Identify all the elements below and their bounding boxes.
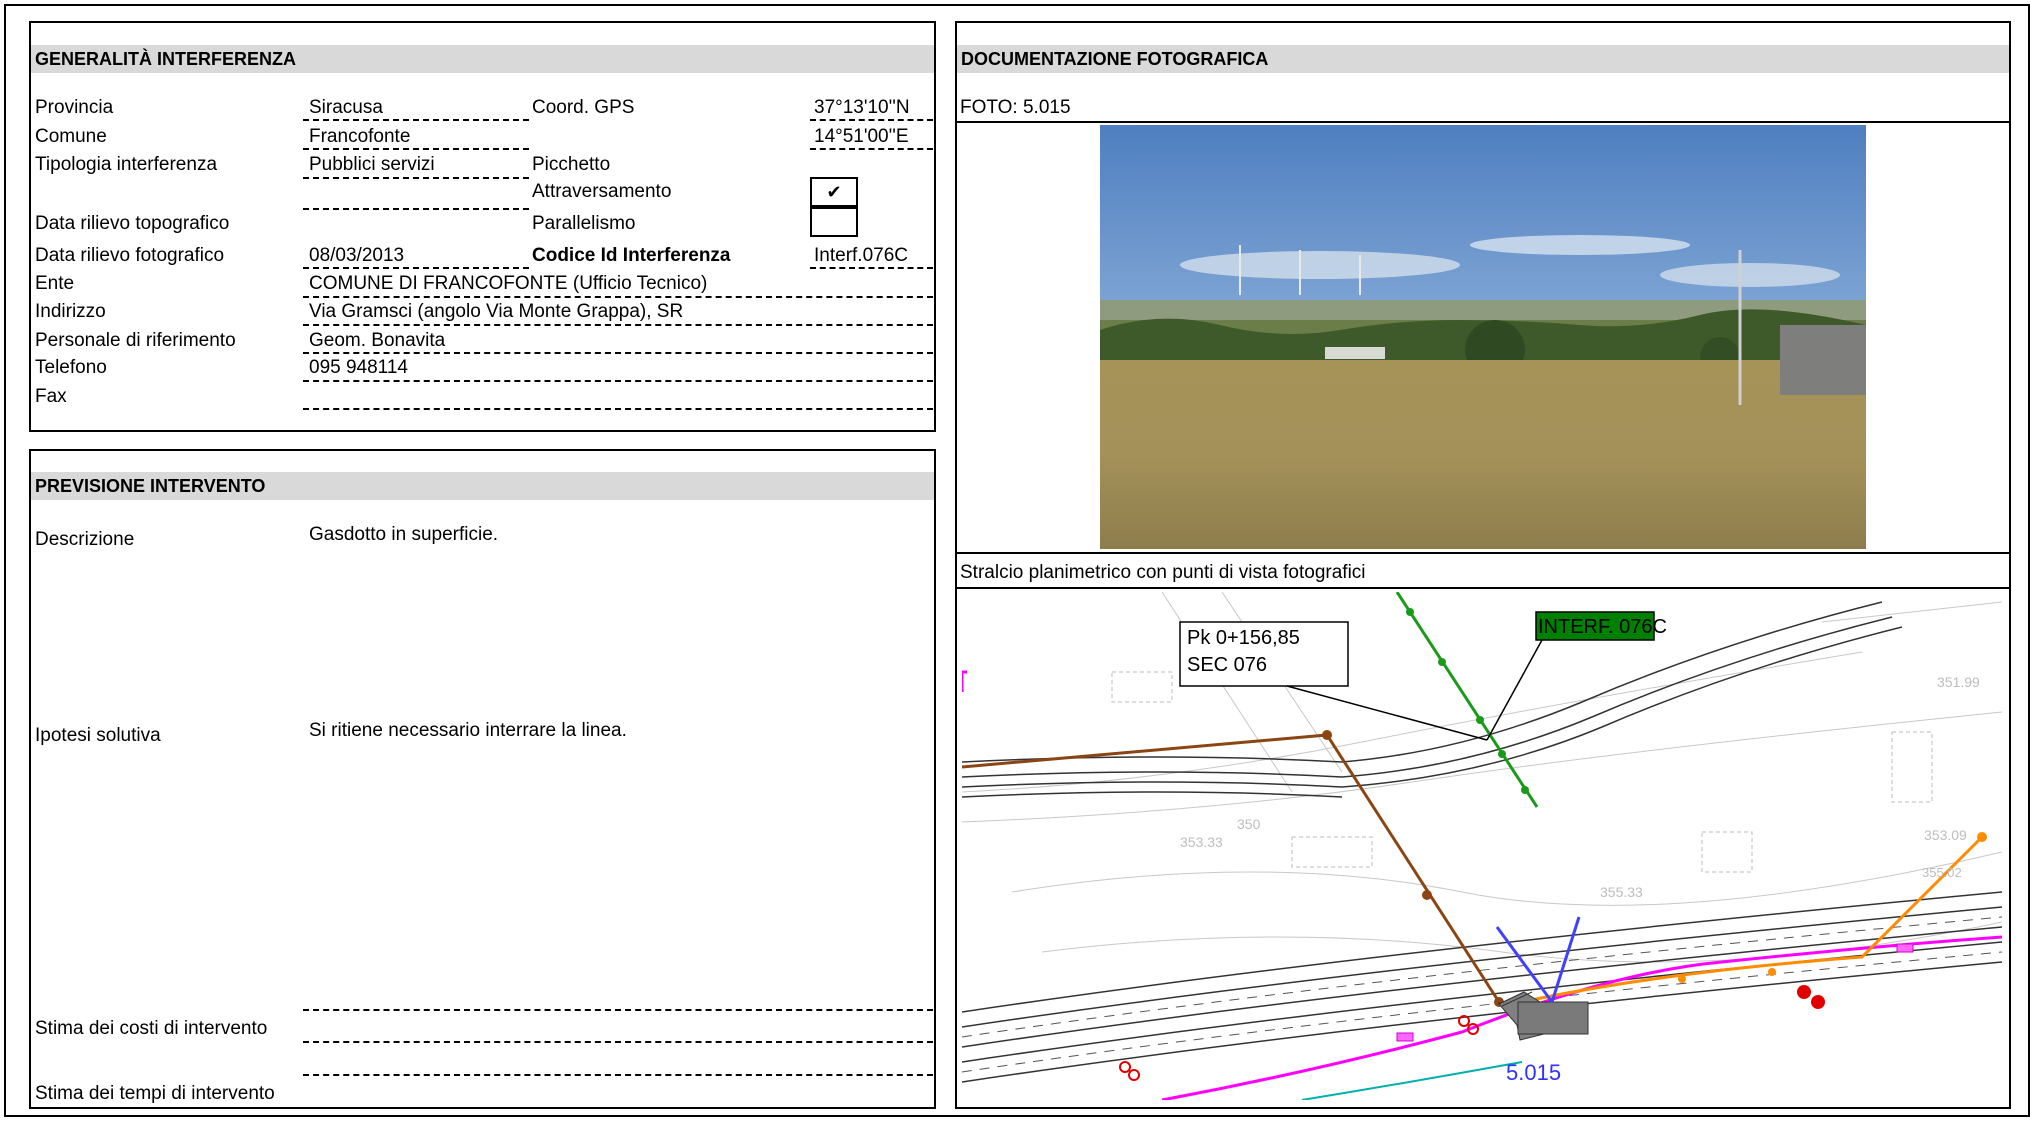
topo-date-underline: [303, 208, 529, 210]
telefono-value: 095 948114: [309, 357, 408, 378]
personale-value: Geom. Bonavita: [309, 330, 446, 351]
ipotesi-label: Ipotesi solutiva: [35, 725, 161, 746]
indirizzo-label: Indirizzo: [35, 301, 106, 322]
attraversamento-label: Attraversamento: [532, 181, 672, 202]
sec-label: SEC 076: [1187, 654, 1267, 676]
codice-label: Codice Id Interferenza: [532, 245, 731, 266]
telefono-label: Telefono: [35, 357, 107, 378]
data-foto-value: 08/03/2013: [309, 245, 405, 266]
stralcio-label: Stralcio planimetrico con punti di vista…: [960, 562, 1366, 583]
provincia-value: Siracusa: [309, 97, 383, 118]
comune-label: Comune: [35, 126, 107, 147]
tipologia-underline: [303, 177, 529, 179]
indirizzo-underline: [303, 324, 933, 326]
personale-underline: [303, 352, 933, 354]
codice-underline: [810, 267, 933, 269]
documentazione-header: DOCUMENTAZIONE FOTOGRAFICA: [957, 45, 2009, 73]
landscape-photo: [1100, 125, 1866, 549]
ente-value: COMUNE DI FRANCOFONTE (Ufficio Tecnico): [309, 273, 708, 294]
data-foto-underline: [303, 267, 529, 269]
tempi-underline: [303, 1074, 933, 1076]
costi-label: Stima dei costi di intervento: [35, 1018, 268, 1039]
elev-label-5: 350: [1237, 816, 1261, 832]
costi-underline-2: [303, 1041, 933, 1043]
coord-e-underline: [810, 148, 933, 150]
provincia-label: Provincia: [35, 97, 114, 118]
elev-label-1: 351.99: [1937, 674, 1980, 690]
fax-underline: [303, 408, 933, 410]
elev-label-4: 353.33: [1180, 834, 1223, 850]
provincia-underline: [303, 119, 529, 121]
tipologia-label: Tipologia interferenza: [35, 154, 218, 175]
coord-gps-label: Coord. GPS: [532, 97, 635, 118]
generalita-header: GENERALITÀ INTERFERENZA: [31, 45, 934, 73]
site-plan-map: 351.99 353.09 355.33 353.33 350 355.02 P…: [962, 592, 2002, 1100]
data-topo-label: Data rilievo topografico: [35, 213, 230, 234]
interf-label: INTERF. 076C: [1538, 616, 1667, 638]
coord-n-value: 37°13'10''N: [814, 97, 910, 118]
telefono-underline: [303, 380, 933, 382]
elev-label-3: 355.33: [1600, 884, 1643, 900]
elev-label-2: 353.09: [1924, 827, 1967, 843]
costi-underline-1: [303, 1009, 933, 1011]
data-foto-label: Data rilievo fotografico: [35, 245, 225, 266]
foto-label: FOTO: 5.015: [960, 97, 1071, 118]
personale-label: Personale di riferimento: [35, 330, 236, 351]
picchetto-label: Picchetto: [532, 154, 611, 175]
ente-label: Ente: [35, 273, 75, 294]
divider-photo-top: [955, 121, 2011, 123]
fax-label: Fax: [35, 386, 67, 407]
coord-e-value: 14°51'00''E: [814, 126, 909, 147]
parallelismo-checkbox[interactable]: [810, 207, 858, 237]
pk-label: Pk 0+156,85: [1187, 627, 1300, 649]
previsione-header: PREVISIONE INTERVENTO: [31, 472, 934, 500]
descrizione-value: Gasdotto in superficie.: [309, 524, 499, 545]
ipotesi-value: Si ritiene necessario interrare la linea…: [309, 720, 627, 741]
indirizzo-value: Via Gramsci (angolo Via Monte Grappa), S…: [309, 301, 684, 322]
comune-value: Francofonte: [309, 126, 411, 147]
descrizione-label: Descrizione: [35, 529, 135, 550]
tipologia-value: Pubblici servizi: [309, 154, 435, 175]
divider-photo-bottom: [955, 552, 2011, 554]
tempi-label: Stima dei tempi di intervento: [35, 1083, 275, 1104]
photo-point-label: 5.015: [1506, 1060, 1561, 1085]
comune-underline: [303, 148, 529, 150]
divider-map-top: [955, 587, 2011, 589]
ente-underline: [303, 296, 933, 298]
attraversamento-checkbox[interactable]: ✔: [810, 177, 858, 207]
elev-label-6: 355.02: [1922, 865, 1962, 880]
parallelismo-label: Parallelismo: [532, 213, 636, 234]
codice-value: Interf.076C: [814, 245, 908, 266]
coord-n-underline: [810, 119, 933, 121]
